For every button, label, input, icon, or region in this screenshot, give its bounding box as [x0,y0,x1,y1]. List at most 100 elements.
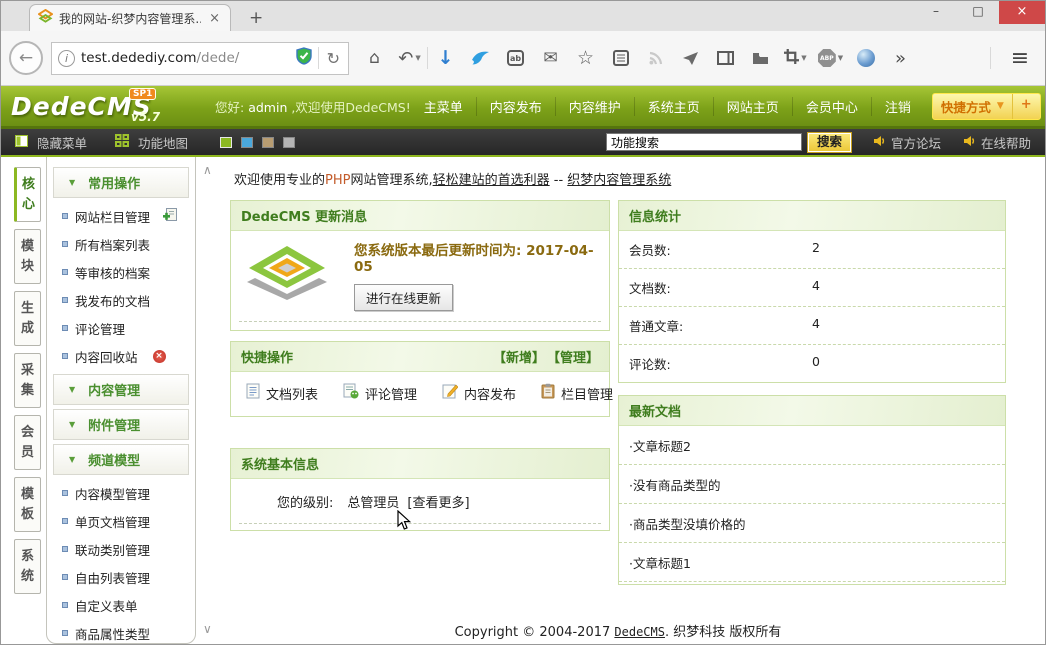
module-tab-template[interactable]: 模板 [14,477,41,532]
module-tab-modules[interactable]: 模块 [14,229,41,284]
menu-section-attachment[interactable]: ▼ 附件管理 [53,409,189,440]
stats-row-comments: 评论数:0 [619,345,1005,382]
cms-top-nav: 主菜单 内容发布 内容维护 系统主页 网站主页 会员中心 注销 [411,97,924,116]
globe-icon[interactable] [857,49,875,67]
nav-member-center[interactable]: 会员中心 [792,97,871,116]
welcome-link[interactable]: 轻松建站的首选利器 [433,173,550,188]
theme-swatch-green[interactable] [220,137,232,148]
latest-doc-item[interactable]: ·商品类型没填价格的 [619,504,1005,543]
online-update-button[interactable]: 进行在线更新 [354,284,453,311]
online-help-link[interactable]: 在线帮助 [963,133,1031,152]
latest-doc-item[interactable]: ·没有商品类型的 [619,465,1005,504]
shortcut-button[interactable]: 快捷方式▼ [933,94,1012,119]
module-tab-core[interactable]: 核心 [14,167,41,222]
overflow-more-icon[interactable]: » [883,48,918,69]
reload-icon[interactable]: ↻ [325,49,342,68]
copyright-footer: Copyright © 2004-2017 DedeCMS. 织梦科技 版权所有 [230,621,1006,640]
menu-section-common[interactable]: ▼ 常用操作 [53,167,189,198]
menu-item-pending-archives[interactable]: 等审核的档案 [51,258,191,286]
hamburger-menu-icon[interactable]: ≡ [1003,46,1037,71]
menu-item-recycle-bin[interactable]: 内容回收站 × [51,342,191,370]
undo-icon[interactable]: ↶ [398,48,413,69]
close-button[interactable]: × [999,1,1045,24]
menu-item-product-attribute[interactable]: 商品属性类型 [51,619,191,644]
notes-icon[interactable] [603,50,638,66]
quick-add-link[interactable]: 【新增】 [493,347,545,366]
nav-logout[interactable]: 注销 [871,97,924,116]
home-icon[interactable]: ⌂ [357,48,392,68]
bird-icon[interactable] [463,50,498,66]
translate-icon[interactable]: ab [507,50,524,66]
download-icon[interactable]: ↓ [428,47,463,69]
new-tab-button[interactable]: + [243,5,269,31]
bullet-icon [62,241,68,247]
screenshot-crop-icon[interactable] [784,49,799,68]
info-icon[interactable]: i [58,50,75,67]
menu-section-channel-model[interactable]: ▼ 频道模型 [53,444,189,475]
send-icon[interactable] [673,51,708,66]
quick-link-column-manage[interactable]: 栏目管理 [541,383,613,403]
tab-close-icon[interactable]: × [207,11,222,26]
scroll-up-icon[interactable]: ∧ [203,163,212,177]
back-button[interactable]: ← [9,41,43,75]
menu-item-comment-manage[interactable]: 评论管理 [51,314,191,342]
menu-item-linkage-category[interactable]: 联动类别管理 [51,535,191,563]
nav-system-home[interactable]: 系统主页 [634,97,713,116]
main-content: 欢迎使用专业的PHP网站管理系统,轻松建站的首选利器 -- 织梦内容管理系统 D… [224,157,1045,644]
forum-link[interactable]: 官方论坛 [873,133,941,152]
module-tab-generate[interactable]: 生成 [14,291,41,346]
adblock-dropdown-icon[interactable]: ▼ [838,54,843,62]
clipboard-icon [541,383,555,403]
feature-map-button[interactable]: 功能地图 [138,133,188,152]
menu-item-my-documents[interactable]: 我发布的文档 [51,286,191,314]
search-button[interactable]: 搜索 [808,133,851,152]
rss-icon[interactable] [638,50,673,66]
adblock-abp-icon[interactable]: ABP [818,49,836,67]
bookmark-star-icon[interactable]: ☆ [568,47,603,69]
folder-icon[interactable] [743,52,778,65]
recycle-shield-icon: × [153,350,166,363]
mail-icon[interactable]: ✉ [533,48,568,68]
url-bar[interactable]: i test.dedediy.com/dede/ ↻ [51,42,349,75]
dedecms-logo[interactable]: DedeCMS SP1 v5.7 [11,92,179,121]
hide-menu-button[interactable]: 隐藏菜单 [37,133,87,152]
latest-doc-item[interactable]: ·文章标题2 [619,426,1005,465]
menu-section-content[interactable]: ▼ 内容管理 [53,374,189,405]
menu-item-free-list[interactable]: 自由列表管理 [51,563,191,591]
greeting-text: 您好: admin ,欢迎使用DedeCMS! [215,97,411,116]
latest-doc-item[interactable]: ·文章标题1 [619,543,1005,582]
theme-swatch-blue[interactable] [241,137,253,148]
sidebar-window-icon[interactable] [708,51,743,65]
welcome-link[interactable]: 织梦内容管理系统 [567,173,671,188]
theme-swatch-tan[interactable] [262,137,274,148]
url-text[interactable]: test.dedediy.com/dede/ [81,50,290,66]
undo-dropdown-icon[interactable]: ▼ [415,54,420,62]
quick-link-content-publish[interactable]: 内容发布 [442,383,516,403]
maximize-button[interactable]: □ [957,1,999,24]
shortcut-add-button[interactable]: + [1012,94,1040,119]
quick-link-document-list[interactable]: 文档列表 [246,383,318,403]
site-safety-shield-icon[interactable] [296,47,312,69]
quick-link-comment-manage[interactable]: 评论管理 [343,383,417,403]
module-tab-system[interactable]: 系统 [14,539,41,594]
minimize-button[interactable]: – [915,1,957,24]
nav-content-publish[interactable]: 内容发布 [476,97,555,116]
menu-item-site-column-manage[interactable]: 网站栏目管理 [51,202,191,230]
dedecms-footer-link[interactable]: DedeCMS [614,625,665,639]
menu-item-custom-form[interactable]: 自定义表单 [51,591,191,619]
theme-swatch-gray[interactable] [283,137,295,148]
browser-tab[interactable]: 我的网站-织梦内容管理系... × [29,4,231,31]
scroll-down-icon[interactable]: ∨ [203,622,212,636]
menu-item-all-archives[interactable]: 所有档案列表 [51,230,191,258]
menu-item-single-page[interactable]: 单页文档管理 [51,507,191,535]
module-tab-member[interactable]: 会员 [14,415,41,470]
menu-item-content-model[interactable]: 内容模型管理 [51,479,191,507]
nav-site-home[interactable]: 网站主页 [713,97,792,116]
view-more-link[interactable]: [查看更多] [407,496,469,511]
function-search-input[interactable] [606,133,802,151]
nav-main-menu[interactable]: 主菜单 [411,97,476,116]
nav-content-maintain[interactable]: 内容维护 [555,97,634,116]
quick-manage-link[interactable]: 【管理】 [547,347,599,366]
module-tab-collect[interactable]: 采集 [14,353,41,408]
screenshot-dropdown-icon[interactable]: ▼ [801,54,806,62]
